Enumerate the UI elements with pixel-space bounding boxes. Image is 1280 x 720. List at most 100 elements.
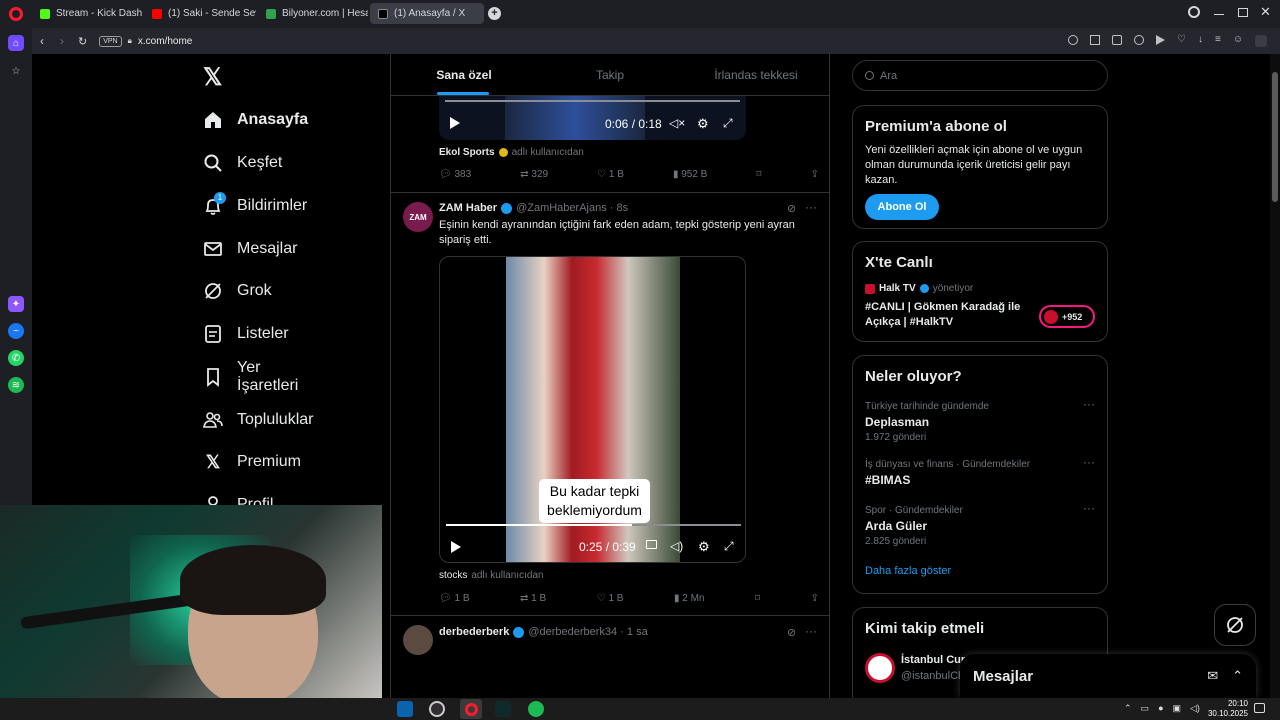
bookmark-icon[interactable]: ⌑ [756,169,761,180]
follow-name[interactable]: İstanbul Cur [901,654,965,666]
trend-item[interactable]: İş dünyası ve finans · Gündemdekiler #BI… [865,455,1095,487]
network-icon[interactable]: ▣ [1173,703,1182,714]
notifications-icon[interactable] [1254,703,1265,713]
play-icon[interactable] [1156,35,1165,45]
new-message-icon[interactable]: ✉ [1207,668,1218,684]
nav-notifications[interactable]: 1 Bildirimler [203,191,307,221]
maximize-button[interactable] [1238,8,1248,17]
live-channel[interactable]: Halk TV yönetiyor [865,283,1095,294]
forward-button[interactable]: › [60,34,64,48]
play-button[interactable] [451,541,461,553]
expand-icon[interactable]: ⌃ [1232,668,1243,684]
opera-taskbar-icon[interactable] [460,699,482,719]
zoom-icon[interactable] [1068,35,1078,45]
author-handle[interactable]: @ZamHaberAjans · 8s [516,202,628,214]
kick-icon[interactable] [495,701,511,717]
video-progress[interactable] [445,100,740,102]
whatsapp-icon[interactable]: ✆ [8,350,24,366]
scrollbar-thumb[interactable] [1272,72,1278,202]
edit-icon[interactable] [1090,35,1100,45]
messenger-icon[interactable]: ~ [8,323,24,339]
play-button[interactable] [450,117,460,129]
follow-avatar[interactable] [865,653,895,683]
tray-app-icon[interactable]: ▭ [1141,703,1150,714]
star-icon[interactable]: ☆ [8,63,24,79]
new-tab-button[interactable]: + [488,7,501,20]
author-name[interactable]: derbederberk [439,626,509,638]
video-progress[interactable] [446,524,741,526]
tab-following[interactable]: Takip [537,54,683,95]
nav-communities[interactable]: Topluluklar [203,405,313,435]
author-name[interactable]: ZAM Haber [439,202,497,214]
shield-icon[interactable] [1134,35,1144,45]
camera-icon[interactable] [1112,35,1122,45]
follow-handle[interactable]: @istanbulCl [901,670,960,682]
avatar[interactable] [403,625,433,655]
grok-icon[interactable]: ⊘ [787,202,796,215]
source-name[interactable]: Ekol Sports [439,147,495,158]
spotify-taskbar-icon[interactable] [528,701,544,717]
nav-messages[interactable]: Mesajlar [203,234,297,264]
profile-icon[interactable]: ☺ [1233,35,1243,47]
like-button[interactable]: ♡ 1 B [597,169,624,180]
tray-chevron-icon[interactable]: ⌃ [1124,703,1132,714]
back-button[interactable]: ‹ [40,34,44,48]
subtitles-icon[interactable] [646,540,657,549]
views-button[interactable]: ▮ 2 Mn [674,593,705,604]
more-options-icon[interactable]: ··· [1083,397,1095,411]
spotify-icon[interactable]: ≋ [8,377,24,393]
trend-item[interactable]: Spor · Gündemdekiler Arda Güler 2.825 gö… [865,501,1095,547]
vpn-badge[interactable]: VPN [99,35,122,47]
x-logo-icon[interactable]: 𝕏 [203,66,222,90]
like-button[interactable]: ♡ 1 B [597,593,624,604]
more-options-icon[interactable]: ··· [1083,501,1095,515]
volume-icon[interactable]: ◁) [670,539,683,553]
settings-icon[interactable]: ⚙ [698,539,710,555]
bookmark-icon[interactable]: ⌑ [755,593,760,604]
author-handle[interactable]: @derbederberk34 · 1 sa [528,626,647,638]
trend-item[interactable]: Türkiye tarihinde gündemde Deplasman 1.9… [865,397,1095,443]
nav-grok[interactable]: Grok [203,276,272,306]
download-icon[interactable]: ↓ [1198,35,1203,47]
url-input[interactable]: x.com/home [138,36,192,47]
reply-button[interactable]: 💬︎ 1 B [439,593,470,604]
more-options-icon[interactable]: ··· [805,200,817,214]
aria-icon[interactable] [1255,35,1268,47]
nav-lists[interactable]: Listeler [203,319,289,349]
aria-sidebar-icon[interactable]: ✦ [8,296,24,312]
search-tabs-icon[interactable] [1188,6,1200,18]
minimize-button[interactable] [1214,14,1224,15]
nav-bookmarks[interactable]: Yer İşaretleri [203,359,298,394]
more-options-icon[interactable]: ··· [805,624,817,638]
settings-icon[interactable]: ⚙ [697,116,709,132]
tab-x-home[interactable]: (1) Anasayfa / X [370,3,484,24]
fullscreen-icon[interactable]: ⤢ [724,539,734,554]
show-more-link[interactable]: Daha fazla göster [865,565,1095,577]
live-description[interactable]: #CANLI | Gökmen Karadağ ile Açıkça | #Ha… [865,300,1035,330]
tab-list[interactable]: İrlandas tekkesi [683,54,829,95]
avatar[interactable]: ZAM [403,202,433,232]
page-scrollbar[interactable] [1270,54,1280,698]
home-icon[interactable]: ⌂ [8,35,24,51]
repost-button[interactable]: ⇄ 329 [520,169,548,180]
reply-button[interactable]: 💬︎ 383 [439,169,471,180]
menu-icon[interactable]: ≡ [1215,35,1221,47]
outlook-icon[interactable] [397,701,413,717]
repost-button[interactable]: ⇄ 1 B [520,593,546,604]
messages-drawer[interactable]: Mesajlar ✉ ⌃ [960,654,1256,698]
video-player[interactable]: 0:06 / 0:18 ◁× ⚙ ⤢ [439,96,746,140]
subscribe-button[interactable]: Abone Ol [865,194,939,220]
views-button[interactable]: ▮ 952 B [673,169,707,180]
source-name[interactable]: stocks [439,570,467,581]
obs-icon[interactable] [429,701,445,717]
close-window-button[interactable]: ✕ [1260,4,1271,20]
tab-kick[interactable]: Stream - Kick Dashboard [32,3,142,24]
tab-bilyoner[interactable]: Bilyoner.com | Hesabım |... [258,3,368,24]
clock[interactable]: 20:10 30.10.2025 [1196,699,1248,719]
tab-for-you[interactable]: Sana özel [391,54,537,95]
fullscreen-icon[interactable]: ⤢ [723,116,733,131]
share-icon[interactable]: ⇪ [811,593,819,604]
nav-explore[interactable]: Keşfet [203,148,282,178]
nav-home[interactable]: Anasayfa [203,105,308,135]
search-box[interactable]: Ara [852,60,1108,91]
